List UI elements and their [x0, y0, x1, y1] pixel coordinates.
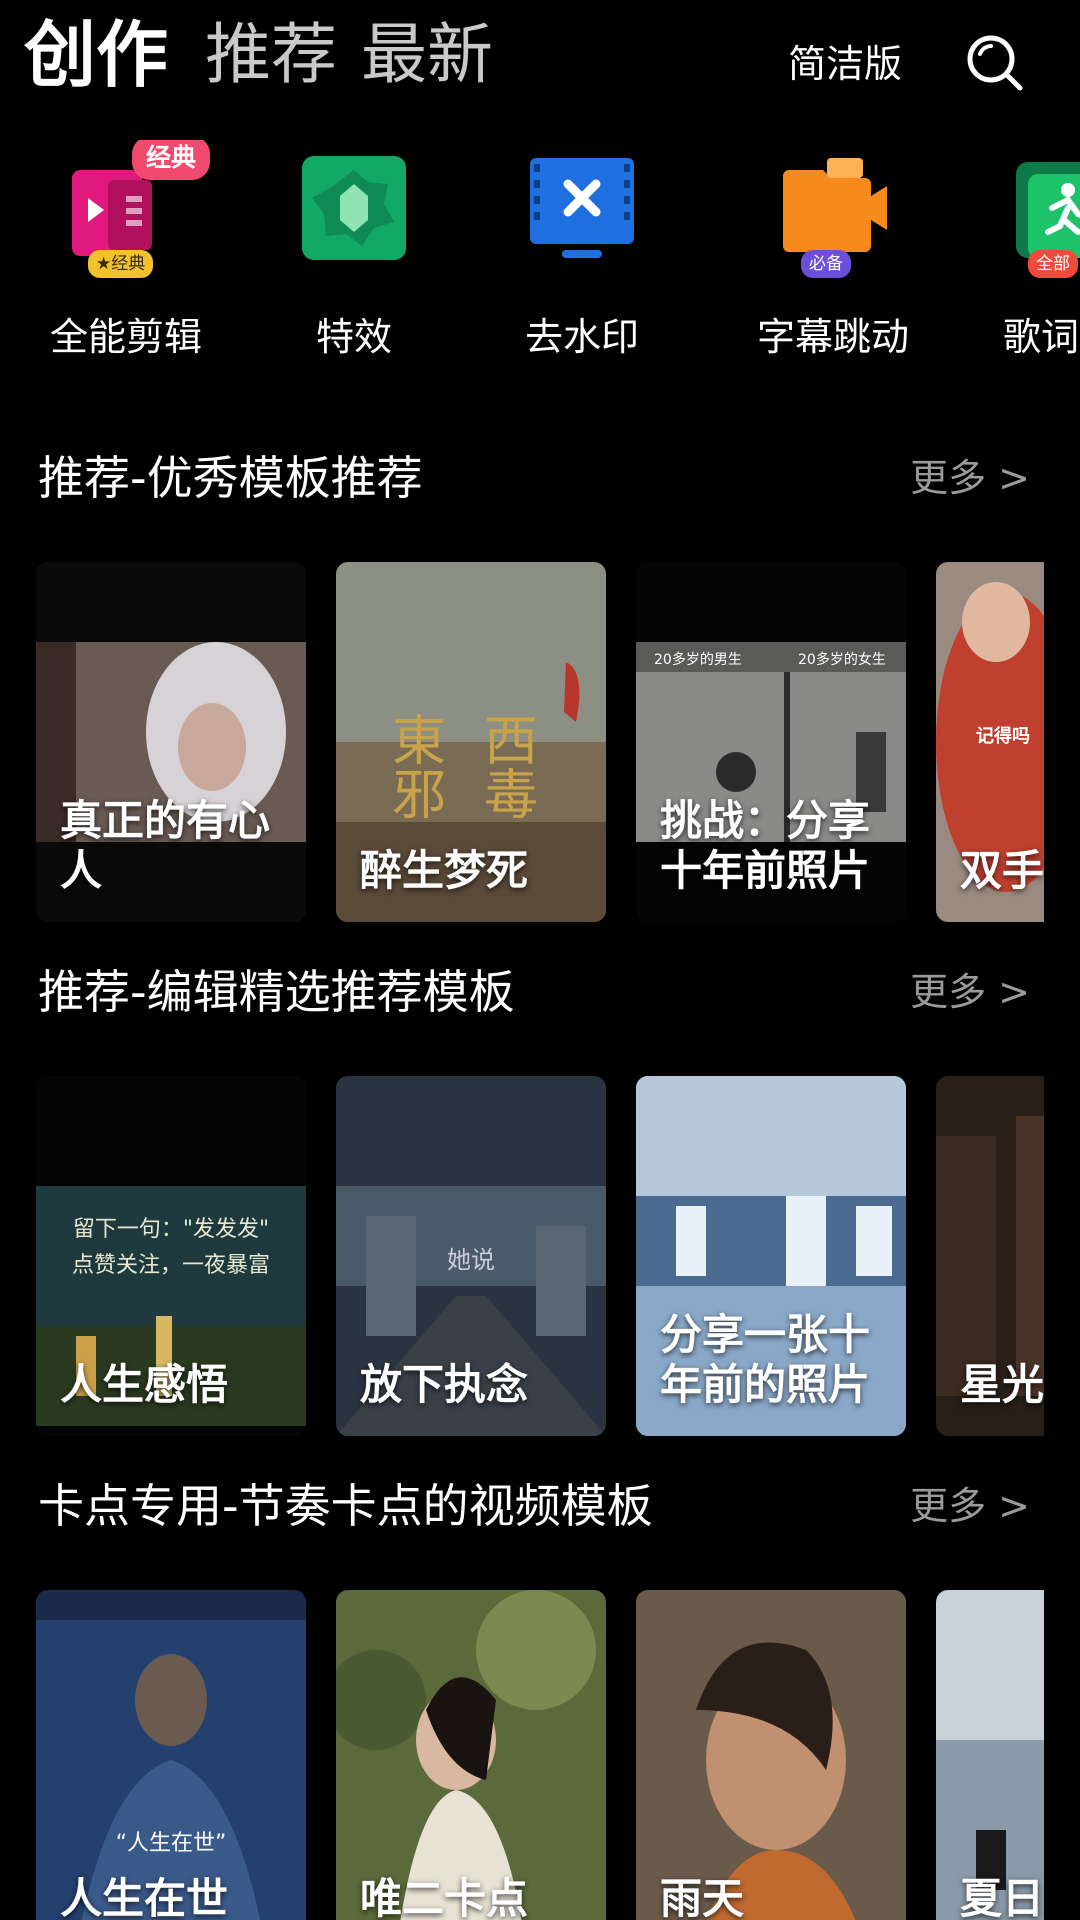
- subtitle-bounce-icon: [783, 158, 887, 252]
- tab-recommend[interactable]: 推荐: [205, 10, 337, 100]
- template-cards-row: 留下一句："发发发" 点赞关注，一夜暴富 人生感悟 她说 放下执念 分享一张十年…: [0, 1076, 1044, 1438]
- template-card[interactable]: 真正的有心人: [36, 562, 306, 922]
- card-title: 分享一张十年前的照片: [660, 1310, 871, 1409]
- tool-label: 全能剪辑: [49, 315, 202, 359]
- card-title: 雨天: [660, 1874, 745, 1920]
- tool-effects[interactable]: 特效: [244, 140, 464, 370]
- tool-minibadge-classic: ★经典: [88, 250, 154, 278]
- card-title: 醉生梦死: [360, 846, 529, 895]
- template-card[interactable]: 记得吗 双手: [936, 562, 1044, 922]
- more-link[interactable]: 更多 >: [910, 962, 1030, 1022]
- card-overlay-text: 西毒: [475, 712, 538, 820]
- more-link[interactable]: 更多 >: [910, 448, 1030, 508]
- card-overlay-text: 她说: [447, 1246, 495, 1274]
- template-card[interactable]: 她说 放下执念: [336, 1076, 606, 1436]
- top-tab-bar: 创作 推荐 最新 简洁版: [0, 0, 1080, 120]
- remove-watermark-icon: [530, 158, 634, 258]
- tab-latest[interactable]: 最新: [361, 10, 493, 100]
- tool-label: 字幕跳动: [756, 315, 909, 359]
- template-card[interactable]: 唯二卡点: [336, 1590, 606, 1920]
- card-overlay-text: 20多岁的男生: [654, 651, 742, 668]
- section-title: 推荐-优秀模板推荐: [38, 451, 423, 505]
- card-title: 真正的有心人: [60, 796, 271, 895]
- template-cards-row: “人生在世” 人生在世 唯二卡点 雨天 夏日: [0, 1590, 1044, 1920]
- tool-subtitle-bounce[interactable]: 必备 字幕跳动: [723, 140, 943, 370]
- card-title: 夏日: [960, 1874, 1044, 1920]
- card-overlay-text: 20多岁的女生: [798, 651, 886, 668]
- section-header: 推荐-优秀模板推荐 更多 >: [0, 440, 1080, 520]
- card-overlay-text: “人生在世”: [116, 1831, 227, 1856]
- search-icon: [967, 35, 1023, 91]
- card-thumbnail: [336, 1590, 606, 1920]
- template-card[interactable]: “人生在世” 人生在世: [36, 1590, 306, 1920]
- section-title: 卡点专用-节奏卡点的视频模板: [38, 1479, 653, 1533]
- tool-minibadge-essential: 必备: [801, 250, 851, 278]
- tool-badge-classic: 经典: [132, 140, 211, 180]
- tool-minibadge-all: 全部: [1028, 250, 1078, 278]
- card-overlay-text: 留下一句："发发发": [73, 1217, 269, 1242]
- tool-label: 去水印: [524, 315, 639, 359]
- section-header: 推荐-编辑精选推荐模板 更多 >: [0, 954, 1080, 1034]
- template-card[interactable]: 20多岁的男生 20多岁的女生 挑战：分享十年前照片: [636, 562, 906, 922]
- effects-icon: [302, 156, 406, 260]
- tool-video-edit[interactable]: 经典 ★经典 全能剪辑: [16, 140, 236, 370]
- card-title: 星光: [960, 1360, 1044, 1409]
- card-overlay-text: 记得吗: [976, 725, 1030, 747]
- tool-remove-watermark[interactable]: 去水印: [472, 140, 692, 370]
- card-title: 双手: [960, 846, 1044, 895]
- card-title: 人生在世: [60, 1874, 229, 1920]
- more-link[interactable]: 更多 >: [910, 1476, 1030, 1536]
- template-card[interactable]: 東邪 西毒 醉生梦死: [336, 562, 606, 922]
- tool-label: 特效: [315, 315, 392, 359]
- template-card[interactable]: 分享一张十年前的照片: [636, 1076, 906, 1436]
- template-card[interactable]: 留下一句："发发发" 点赞关注，一夜暴富 人生感悟: [36, 1076, 306, 1436]
- card-title: 唯二卡点: [360, 1874, 529, 1920]
- tools-row: 经典 ★经典 全能剪辑 特效 去水印 必备 字幕跳动 全部 歌词: [0, 140, 1080, 370]
- template-card[interactable]: 星光: [936, 1076, 1044, 1436]
- card-overlay-text: 点赞关注，一夜暴富: [72, 1253, 270, 1278]
- template-card[interactable]: 雨天: [636, 1590, 906, 1920]
- section-header: 卡点专用-节奏卡点的视频模板 更多 >: [0, 1468, 1080, 1548]
- tool-label: 歌词跳: [1002, 315, 1080, 359]
- search-button[interactable]: [964, 32, 1026, 94]
- card-thumbnail: [636, 1590, 906, 1920]
- card-title: 挑战：分享十年前照片: [660, 796, 871, 895]
- tab-create[interactable]: 创作: [24, 10, 168, 100]
- section-title: 推荐-编辑精选推荐模板: [38, 965, 515, 1019]
- tool-lyrics-bounce[interactable]: 全部 歌词跳: [950, 140, 1080, 370]
- card-title: 放下执念: [360, 1360, 529, 1409]
- card-title: 人生感悟: [60, 1360, 229, 1409]
- template-cards-row: 真正的有心人 東邪 西毒 醉生梦死 20多岁的男生 20多岁的女生 挑战：分享十…: [0, 562, 1044, 924]
- template-card[interactable]: 夏日: [936, 1590, 1044, 1920]
- lyrics-bounce-icon: [1016, 162, 1080, 258]
- card-thumbnail: [936, 1590, 1044, 1920]
- simple-mode-button[interactable]: 简洁版: [788, 38, 902, 90]
- card-overlay-text: 東邪: [383, 712, 446, 820]
- card-thumbnail: “人生在世”: [36, 1590, 306, 1920]
